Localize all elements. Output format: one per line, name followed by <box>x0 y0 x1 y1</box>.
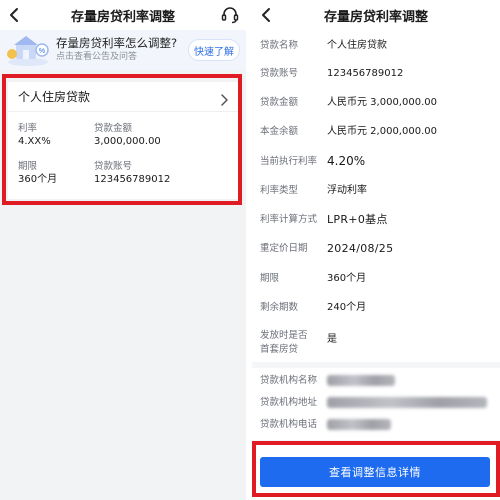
rate-value: 4.XX% <box>18 136 51 147</box>
customer-service-headset-icon[interactable] <box>220 5 240 25</box>
chevron-right-icon <box>220 91 228 106</box>
account-label: 贷款账号 <box>94 161 133 172</box>
blurred-institution-phone <box>327 419 391 430</box>
blurred-institution-address <box>327 397 487 408</box>
blurred-institution-name <box>327 375 395 386</box>
rate-label: 利率 <box>18 123 38 134</box>
term-value: 360个月 <box>18 174 58 185</box>
amount-value: 3,000,000.00 <box>94 136 161 147</box>
back-arrow-icon[interactable] <box>260 7 274 23</box>
loan-card[interactable]: 个人住房贷款 利率 4.XX% 贷款金额 3,000,000.00 期限 360… <box>8 82 238 199</box>
amount-label: 贷款金额 <box>94 123 133 134</box>
page-title: 存量房贷利率调整 <box>70 9 175 25</box>
loan-card-header[interactable]: 个人住房贷款 <box>8 82 238 112</box>
svg-text:%: % <box>39 48 45 55</box>
institution-info: 贷款机构名称 贷款机构地址 贷款机构电话 <box>252 368 500 440</box>
loan-card-title: 个人住房贷款 <box>18 90 91 104</box>
back-arrow-icon[interactable] <box>8 7 22 23</box>
banner-subtitle: 点击查看公告及问答 <box>56 52 138 62</box>
loan-summary-grid: 利率 4.XX% 贷款金额 3,000,000.00 期限 360个月 贷款账号… <box>8 112 238 198</box>
top-nav-bar: 存量房贷利率调整 <box>0 0 246 30</box>
loan-detail-list: 贷款名称 个人住房贷款 贷款账号 123456789012 贷款金额 人民币元 … <box>252 30 500 362</box>
quick-learn-button[interactable]: 快速了解 <box>188 39 240 61</box>
banner-title: 存量房贷利率怎么调整? <box>56 36 178 50</box>
detail-screen: 存量房贷利率调整 贷款名称 个人住房贷款 贷款账号 123456789012 贷… <box>252 0 500 500</box>
top-nav-bar-detail: 存量房贷利率调整 <box>252 0 500 30</box>
term-label: 期限 <box>18 161 38 172</box>
rate-adjust-banner[interactable]: % 存量房贷利率怎么调整? 点击查看公告及问答 快速了解 <box>0 30 246 70</box>
detail-page-title: 存量房贷利率调整 <box>323 9 428 25</box>
bottom-action-bar: 查看调整信息详情 <box>252 445 500 500</box>
view-adjust-details-button[interactable]: 查看调整信息详情 <box>260 457 490 487</box>
account-value: 123456789012 <box>94 174 171 185</box>
overview-screen: 存量房贷利率调整 % 存量房贷利率怎么调整? 点击查看公告及问答 快速了解 个人… <box>0 0 246 500</box>
house-coin-illustration-icon: % <box>4 32 52 68</box>
